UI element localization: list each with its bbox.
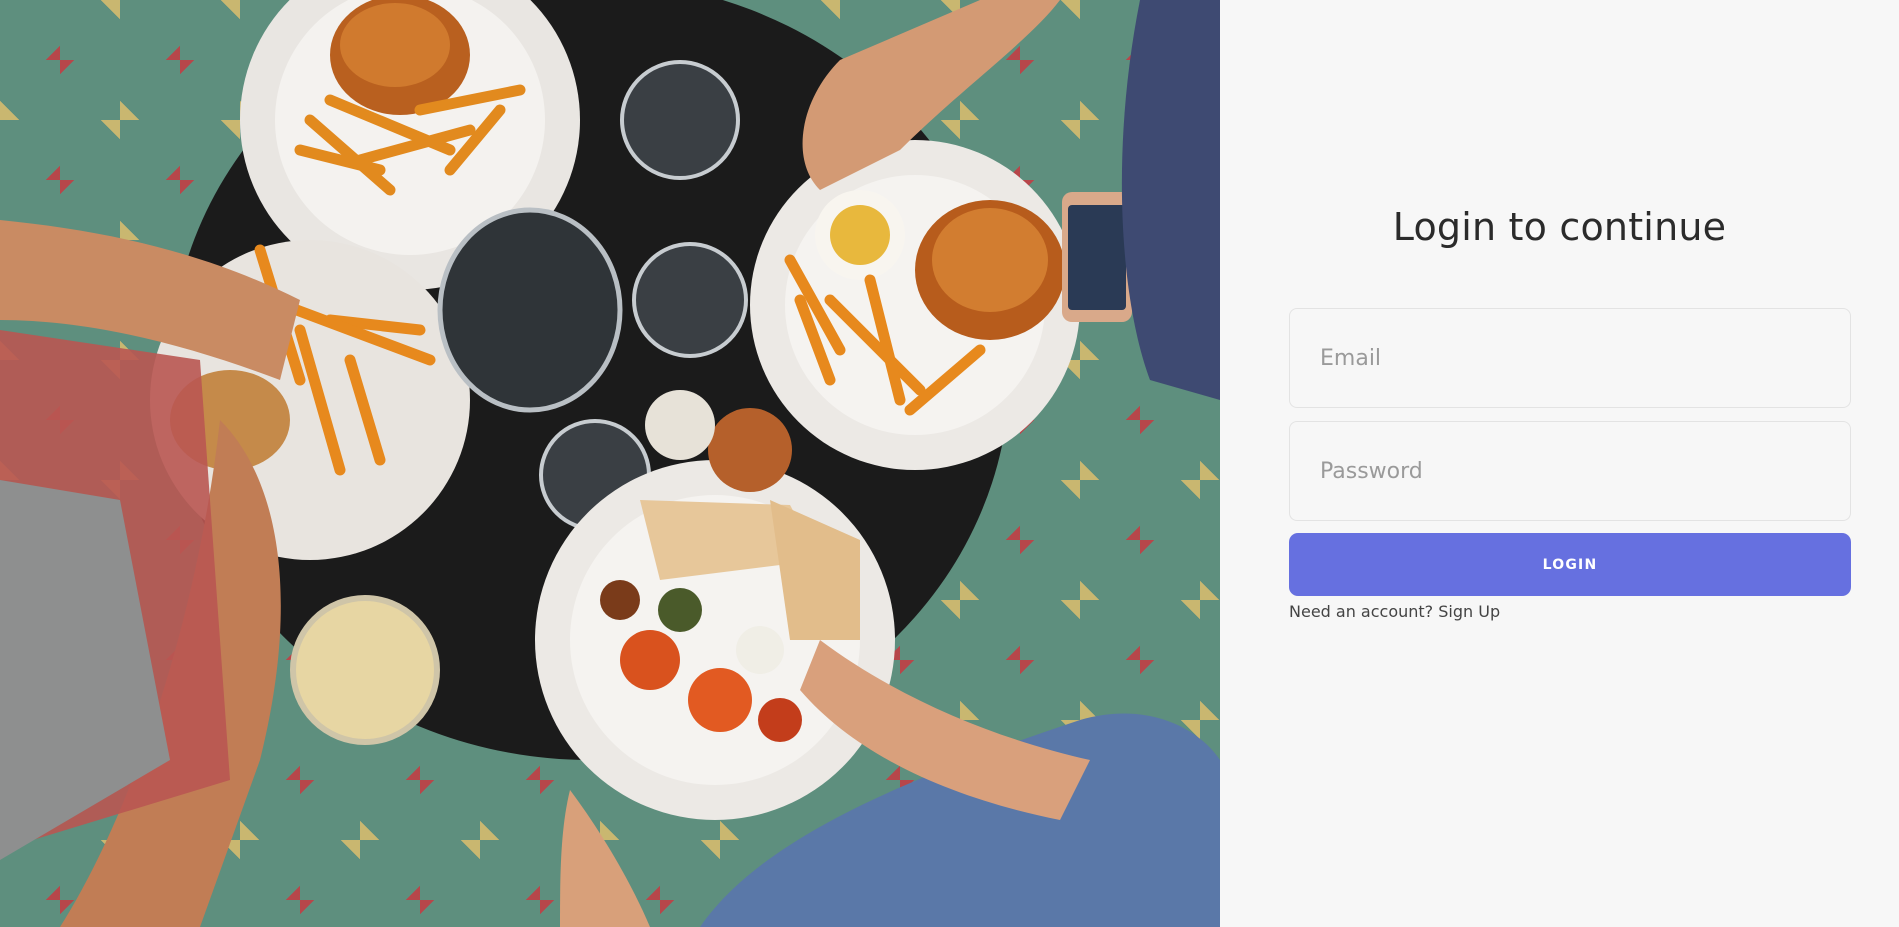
signup-line: Need an account? Sign Up bbox=[1289, 602, 1500, 621]
table-scene-illustration bbox=[0, 0, 1220, 927]
signup-link[interactable]: Sign Up bbox=[1438, 602, 1500, 621]
shirt-right bbox=[1121, 0, 1220, 400]
glass-2 bbox=[632, 242, 748, 358]
beer-mug bbox=[290, 595, 440, 745]
page-title: Login to continue bbox=[1392, 205, 1727, 249]
arm-bottom bbox=[560, 790, 650, 927]
password-input[interactable] bbox=[1289, 421, 1851, 521]
pepper-grinder bbox=[708, 408, 792, 492]
signup-prompt: Need an account? bbox=[1289, 602, 1434, 621]
email-input[interactable] bbox=[1289, 308, 1851, 408]
login-button[interactable]: LOGIN bbox=[1289, 533, 1851, 596]
hero-photo bbox=[0, 0, 1220, 927]
glass-1 bbox=[620, 60, 740, 180]
water-pitcher bbox=[437, 207, 623, 413]
login-panel: Login to continue LOGIN Need an account?… bbox=[1220, 0, 1899, 927]
